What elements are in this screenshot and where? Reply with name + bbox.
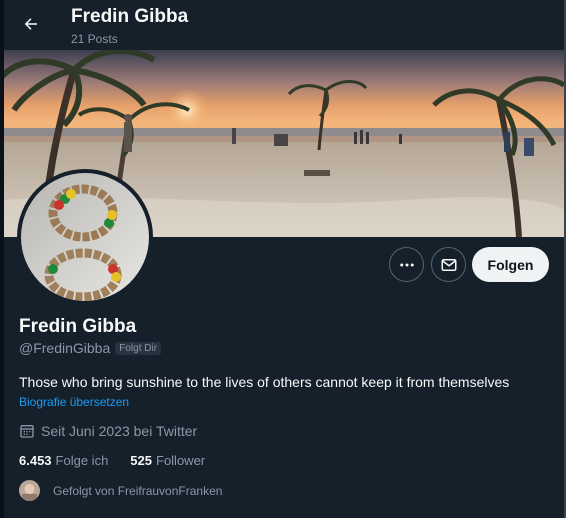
calendar-icon xyxy=(20,425,34,438)
follows-you-badge: Folgt Dir xyxy=(115,341,162,355)
profile-header-bar: Fredin Gibba 21 Posts xyxy=(4,0,564,50)
following-stat[interactable]: 6.453 Folge ich xyxy=(19,453,108,468)
header-title: Fredin Gibba xyxy=(71,6,189,27)
followers-stat[interactable]: 525 Follower xyxy=(130,453,205,468)
more-horizontal-icon xyxy=(399,263,414,266)
translate-bio-link[interactable]: Biografie übersetzen xyxy=(19,395,129,409)
follower-avatar-image xyxy=(19,480,40,501)
follow-button[interactable]: Folgen xyxy=(472,247,549,282)
joined-date: Seit Juni 2023 bei Twitter xyxy=(41,423,198,439)
followers-count: 525 xyxy=(130,453,152,468)
more-options-button[interactable] xyxy=(389,247,424,282)
followed-by-row[interactable]: Gefolgt von FreifrauvonFranken xyxy=(19,480,222,501)
follow-stats: 6.453 Folge ich 525 Follower xyxy=(19,453,227,468)
message-button[interactable] xyxy=(431,247,466,282)
arrow-left-icon xyxy=(24,18,37,30)
bead-bracelet-avatar-image xyxy=(21,173,149,301)
following-count: 6.453 xyxy=(19,453,52,468)
joined-date-row: Seit Juni 2023 bei Twitter xyxy=(19,423,197,439)
envelope-icon xyxy=(441,258,456,271)
profile-avatar[interactable] xyxy=(17,169,153,305)
following-label: Folge ich xyxy=(55,453,109,468)
handle-row: @FredinGibba Folgt Dir xyxy=(19,340,162,356)
back-button[interactable] xyxy=(14,7,48,41)
profile-display-name: Fredin Gibba xyxy=(19,316,137,337)
follower-avatar xyxy=(19,480,40,501)
posts-count: 21 Posts xyxy=(71,32,118,46)
followed-by-text: Gefolgt von FreifrauvonFranken xyxy=(53,483,223,498)
followers-label: Follower xyxy=(156,453,206,468)
profile-bio: Those who bring sunshine to the lives of… xyxy=(19,374,510,390)
profile-handle: @FredinGibba xyxy=(19,340,111,356)
